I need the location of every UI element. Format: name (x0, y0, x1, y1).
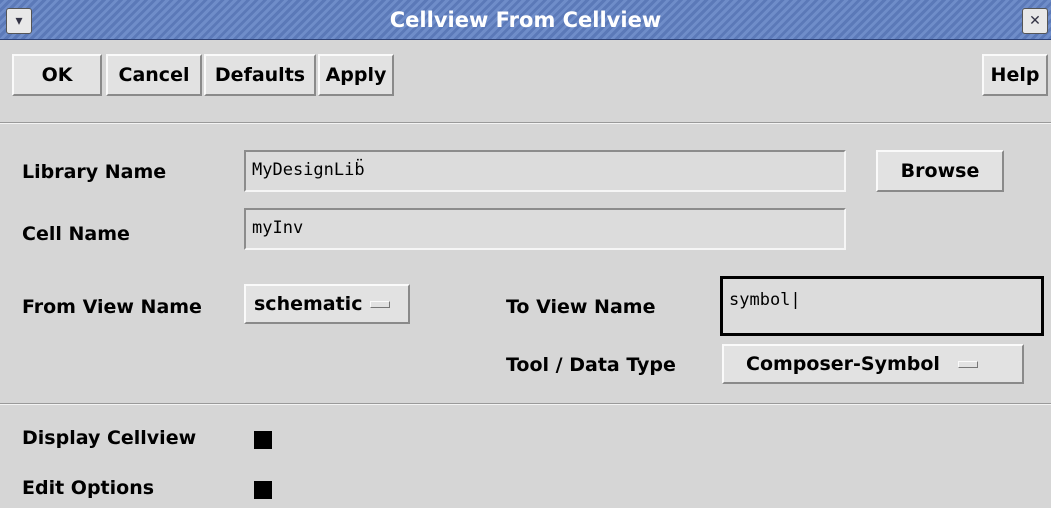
tool-data-type-label: Tool / Data Type (506, 354, 676, 376)
title-bar: ▾ Cellview From Cellview ✕ (0, 0, 1051, 40)
ok-button[interactable]: OK (12, 54, 102, 96)
to-view-field[interactable]: symbol| (720, 276, 1044, 336)
defaults-button[interactable]: Defaults (204, 54, 316, 96)
dropdown-indicator-icon (957, 361, 978, 368)
window-title: Cellview From Cellview (389, 8, 662, 32)
to-view-label: To View Name (506, 296, 656, 318)
edit-options-checkbox[interactable] (254, 481, 272, 499)
from-view-dropdown[interactable]: schematic (244, 284, 410, 324)
toolbar: OK Cancel Defaults Apply Help (0, 42, 1051, 128)
browse-button[interactable]: Browse (876, 150, 1004, 192)
cell-name-field[interactable]: myInv (244, 208, 846, 250)
close-button[interactable]: ✕ (1022, 8, 1048, 34)
divider (0, 403, 1051, 405)
from-view-label: From View Name (22, 296, 202, 318)
dropdown-indicator-icon (370, 301, 391, 308)
cancel-button[interactable]: Cancel (106, 54, 202, 96)
display-cellview-checkbox[interactable] (254, 431, 272, 449)
edit-options-label: Edit Options (22, 477, 155, 499)
apply-button[interactable]: Apply (318, 54, 394, 96)
text-cursor: | (790, 290, 801, 310)
help-button[interactable]: Help (982, 54, 1048, 96)
library-name-field[interactable]: MyDesignLib̈ (244, 150, 846, 192)
cell-name-label: Cell Name (22, 223, 130, 245)
tool-data-type-dropdown[interactable]: Composer-Symbol (722, 344, 1024, 384)
library-name-label: Library Name (22, 161, 167, 183)
display-cellview-label: Display Cellview (22, 427, 197, 449)
divider (0, 122, 1051, 124)
close-icon: ✕ (1029, 13, 1041, 29)
